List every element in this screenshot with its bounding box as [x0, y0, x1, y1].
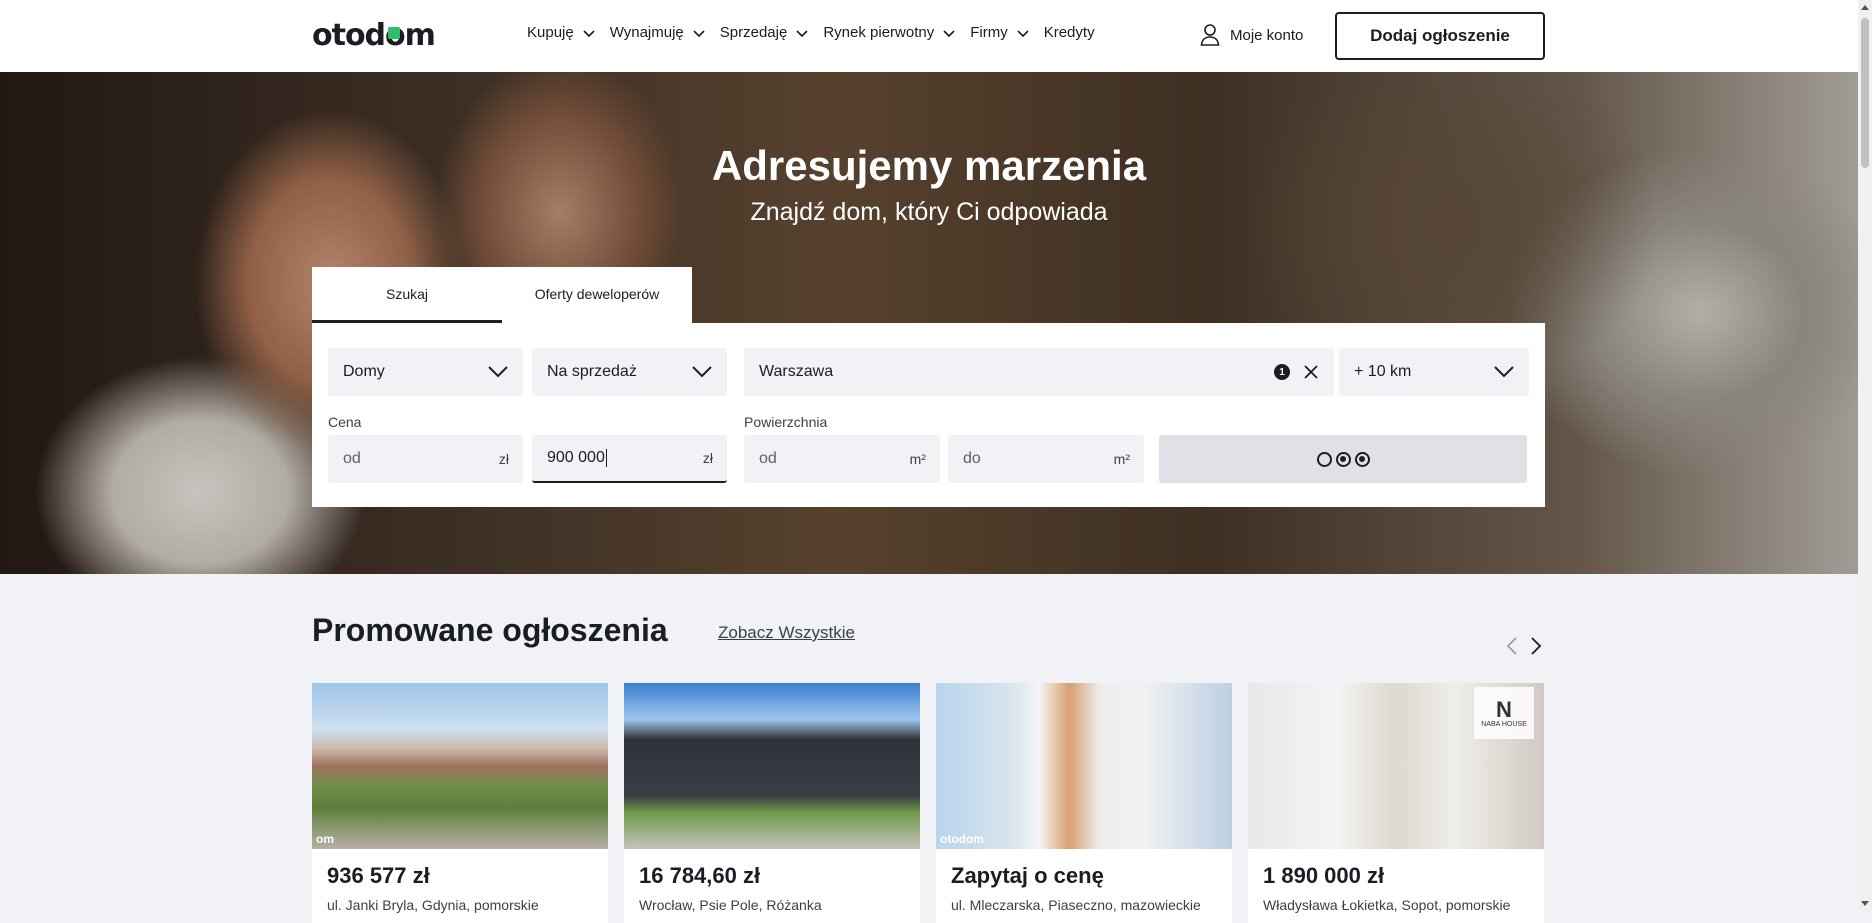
carousel-next-icon[interactable]: [1527, 636, 1543, 656]
chevron-down-icon: [583, 29, 595, 37]
property-type-select[interactable]: Domy: [328, 348, 523, 396]
nav-label: Kredyty: [1043, 24, 1095, 41]
scroll-up-icon[interactable]: [1861, 5, 1869, 10]
chevron-down-icon: [943, 29, 955, 37]
price-from-input[interactable]: od zł: [328, 435, 523, 483]
price-to-input[interactable]: 900 000 zł: [532, 435, 727, 483]
chevron-down-icon: [1017, 29, 1029, 37]
tab-oferty-deweloperow[interactable]: Oferty deweloperów: [502, 267, 692, 323]
main-nav: Kupuję Wynajmuję Sprzedaję Rynek pierwot…: [527, 24, 1109, 41]
nav-item-firmy[interactable]: Firmy: [970, 24, 1030, 41]
distance-select[interactable]: + 10 km: [1339, 348, 1529, 396]
chevron-down-icon: [488, 366, 508, 378]
otodom-logo[interactable]: otodom: [312, 18, 436, 53]
currency-unit: zł: [498, 451, 509, 467]
watermark: om: [316, 832, 334, 846]
nav-label: Wynajmuję: [609, 24, 684, 41]
listing-photo: om: [312, 683, 608, 849]
listing-price: 936 577 zł: [327, 863, 430, 888]
transaction-type-value: Na sprzedaż: [547, 363, 637, 380]
listing-price: 1 890 000 zł: [1263, 863, 1385, 888]
nav-item-sprzedaje[interactable]: Sprzedaję: [720, 24, 810, 41]
promoted-title: Promowane ogłoszenia: [312, 612, 668, 648]
text-cursor: [605, 449, 607, 467]
see-all-link[interactable]: Zobacz Wszystkie: [718, 623, 855, 643]
hero-title: Adresujemy marzenia: [711, 142, 1147, 189]
listing-price: 16 784,60 zł: [639, 863, 761, 888]
nav-label: Sprzedaję: [719, 24, 788, 41]
search-tabs: Szukaj Oferty deweloperów: [312, 267, 692, 323]
listing-photo: N NABA HOUSE: [1248, 683, 1544, 849]
loading-dot-icon: [1335, 451, 1351, 467]
tab-szukaj[interactable]: Szukaj: [312, 267, 502, 323]
area-to-input[interactable]: do m²: [948, 435, 1144, 483]
nav-item-kupuje[interactable]: Kupuję: [527, 24, 596, 41]
location-value: Warszawa: [759, 363, 834, 380]
search-panel: Domy Na sprzedaż Warszawa 1 + 10 km Cena…: [312, 323, 1545, 507]
area-unit: m²: [909, 451, 926, 467]
transaction-type-select[interactable]: Na sprzedaż: [532, 348, 727, 396]
price-label: Cena: [328, 414, 362, 430]
agency-name: NABA HOUSE: [1481, 720, 1527, 728]
account-label: Moje konto: [1230, 26, 1304, 44]
close-icon[interactable]: [1303, 364, 1319, 380]
listing-card[interactable]: otodom Zapytaj o cenę ul. Mleczarska, Pi…: [936, 683, 1232, 923]
chevron-down-icon: [796, 29, 808, 37]
area-from-input[interactable]: od m²: [744, 435, 940, 483]
page-scrollbar[interactable]: [1858, 0, 1872, 911]
nav-item-rynek-pierwotny[interactable]: Rynek pierwotny: [823, 24, 956, 41]
my-account-link[interactable]: Moje konto: [1200, 24, 1303, 46]
area-from-placeholder: od: [759, 450, 777, 467]
chevron-down-icon: [693, 29, 705, 37]
distance-value: + 10 km: [1354, 363, 1412, 380]
search-button[interactable]: [1159, 435, 1527, 483]
agency-logo: N NABA HOUSE: [1474, 687, 1534, 739]
listing-card[interactable]: 16 784,60 zł Wrocław, Psie Pole, Różanka: [624, 683, 920, 923]
listing-card[interactable]: N NABA HOUSE 1 890 000 zł Władysława Łoki…: [1248, 683, 1544, 923]
price-from-placeholder: od: [343, 450, 361, 467]
add-listing-button[interactable]: Dodaj ogłoszenie: [1335, 12, 1545, 60]
listing-card[interactable]: om 936 577 zł ul. Janki Bryla, Gdynia, p…: [312, 683, 608, 923]
chevron-down-icon: [1494, 366, 1514, 378]
listing-photo: otodom: [936, 683, 1232, 849]
location-input[interactable]: Warszawa 1: [744, 348, 1334, 396]
location-count-badge: 1: [1274, 364, 1290, 380]
scroll-down-icon[interactable]: [1861, 901, 1869, 906]
hero-subtitle: Znajdź dom, który Ci odpowiada: [750, 198, 1108, 226]
site-header: otodom Kupuję Wynajmuję Sprzedaję Rynek …: [0, 0, 1858, 72]
carousel-prev-icon[interactable]: [1505, 636, 1521, 656]
area-to-placeholder: do: [963, 450, 981, 467]
area-unit: m²: [1113, 451, 1130, 467]
currency-unit: zł: [702, 450, 713, 466]
nav-item-wynajmuje[interactable]: Wynajmuję: [610, 24, 706, 41]
watermark: otodom: [940, 832, 984, 846]
property-type-value: Domy: [343, 363, 385, 380]
chevron-down-icon: [692, 366, 712, 378]
loading-dot-icon: [1316, 451, 1332, 467]
user-icon: [1200, 24, 1220, 46]
nav-label: Kupuję: [527, 24, 574, 41]
nav-label: Rynek pierwotny: [823, 24, 935, 41]
nav-item-kredyty[interactable]: Kredyty: [1044, 24, 1095, 41]
nav-label: Firmy: [970, 24, 1008, 41]
listing-photo: [624, 683, 920, 849]
area-label: Powierzchnia: [744, 414, 828, 430]
price-to-value: 900 000: [547, 449, 605, 466]
listing-price: Zapytaj o cenę: [951, 863, 1104, 888]
loading-dot-icon: [1354, 451, 1370, 467]
scroll-thumb[interactable]: [1861, 18, 1869, 168]
